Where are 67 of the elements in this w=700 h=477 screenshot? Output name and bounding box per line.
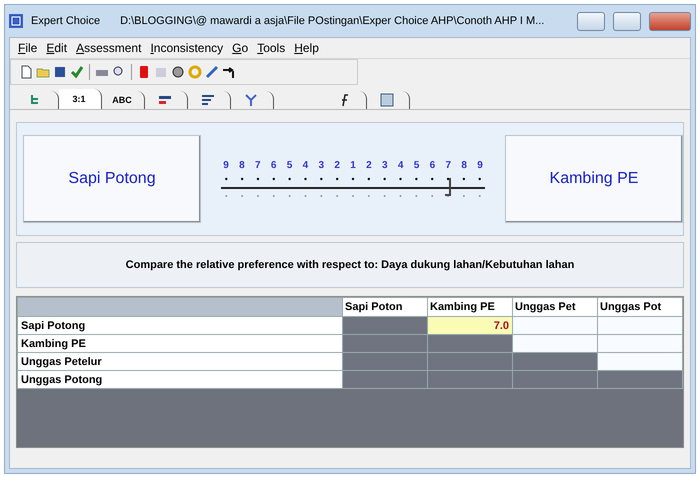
- row-header: Sapi Potong: [18, 316, 342, 334]
- bars-icon[interactable]: [158, 93, 172, 107]
- matrix-cell[interactable]: [512, 352, 598, 370]
- menu-item[interactable]: Edit: [46, 41, 68, 55]
- matrix-cell[interactable]: [512, 370, 598, 388]
- scale-number: 2: [333, 160, 341, 170]
- scale-number: 9: [222, 160, 230, 170]
- scale-number: 7: [444, 160, 452, 170]
- row-header: Kambing PE: [18, 334, 342, 352]
- comparison-prompt: Compare the relative preference with respect to: Daya dukung lahan/Kebutuhan lahan: [16, 242, 684, 288]
- tab[interactable]: 3:1: [59, 89, 102, 109]
- matrix-cell[interactable]: [342, 316, 428, 334]
- scale-number: 5: [412, 160, 420, 170]
- matrix-cell[interactable]: [512, 316, 598, 334]
- scale-number: 3: [380, 160, 389, 170]
- matrix-cell[interactable]: [342, 334, 428, 352]
- scale-number: 8: [460, 160, 468, 170]
- scale-number: 5: [286, 160, 294, 170]
- matrix-cell[interactable]: [598, 352, 682, 370]
- menu-item[interactable]: Assessment: [76, 41, 142, 55]
- window-title: Expert Choice: [31, 15, 100, 27]
- scale-number: 4: [396, 160, 404, 170]
- scale-number: 6: [270, 160, 278, 170]
- menu-item[interactable]: File: [18, 41, 38, 55]
- menu-item[interactable]: Help: [294, 41, 319, 55]
- matrix-cell[interactable]: [598, 334, 682, 352]
- scale-number: 9: [476, 160, 484, 170]
- scale-number: 2: [365, 160, 373, 170]
- value-cell[interactable]: 7.0: [428, 316, 512, 334]
- matrix-cell[interactable]: [342, 352, 428, 370]
- menu-item[interactable]: Tools: [257, 41, 286, 55]
- matrix-cell[interactable]: [428, 352, 512, 370]
- close-button[interactable]: [649, 12, 691, 30]
- file-path: D:\BLOGGING\@ mawardi a asja\File POstingan\Exper Choice AHP\Conoth AHP I M...: [120, 15, 546, 27]
- matrix-cell[interactable]: [598, 370, 682, 388]
- minimize-button[interactable]: [577, 12, 605, 30]
- row-header: Unggas Potong: [18, 370, 342, 388]
- column-header: Sapi Poton: [342, 298, 428, 316]
- scale-number: 6: [428, 160, 436, 170]
- checkmark-icon[interactable]: [70, 65, 84, 79]
- table-icon[interactable]: [380, 93, 394, 107]
- document-icon[interactable]: [19, 65, 33, 79]
- slider-thumb[interactable]: [445, 178, 452, 196]
- scale-number: 7: [254, 160, 262, 170]
- arrow-icon[interactable]: [222, 65, 236, 79]
- arrows-icon[interactable]: [244, 93, 258, 107]
- left-alternative-box: Sapi Potong: [23, 135, 201, 223]
- column-header: Unggas Pot: [598, 298, 682, 316]
- menu-item[interactable]: Inconsistency: [150, 41, 224, 55]
- scale-number: 3: [317, 160, 326, 170]
- calculator-icon[interactable]: [137, 65, 151, 79]
- scale-number: 8: [238, 160, 246, 170]
- menu-item[interactable]: Go: [232, 41, 248, 55]
- matrix-cell[interactable]: [428, 370, 512, 388]
- matrix-cell[interactable]: [598, 316, 682, 334]
- right-alternative-box: Kambing PE: [505, 135, 683, 223]
- column-header: Unggas Pet: [512, 298, 598, 316]
- row-header: Unggas Petelur: [18, 352, 342, 370]
- app-logo-icon: [9, 14, 23, 28]
- matrix-cell[interactable]: [512, 334, 598, 352]
- matrix-cell[interactable]: [342, 370, 428, 388]
- matrix-cell[interactable]: [428, 334, 512, 352]
- maximize-button[interactable]: [613, 12, 641, 30]
- lines-icon[interactable]: [201, 93, 215, 107]
- column-header: Kambing PE: [428, 298, 512, 316]
- scale-number: 1: [349, 160, 357, 170]
- scale-number: 4: [302, 160, 310, 170]
